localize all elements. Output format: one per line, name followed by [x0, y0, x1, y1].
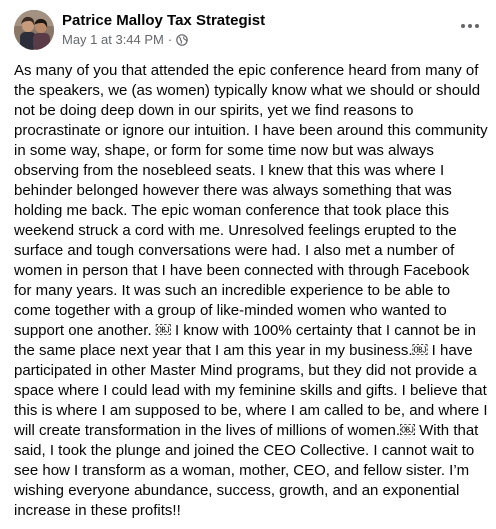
- more-dot: [461, 24, 465, 28]
- post-body: As many of you that attended the epic co…: [14, 61, 488, 521]
- more-dot: [468, 24, 472, 28]
- post-meta: Patrice Malloy Tax Strategist May 1 at 3…: [62, 11, 265, 48]
- post-card: Patrice Malloy Tax Strategist May 1 at 3…: [0, 0, 496, 529]
- author-name[interactable]: Patrice Malloy Tax Strategist: [62, 11, 265, 30]
- timestamp[interactable]: May 1 at 3:44 PM: [62, 32, 164, 48]
- globe-icon[interactable]: [176, 34, 189, 46]
- post-subline: May 1 at 3:44 PM ·: [62, 32, 265, 48]
- separator-dot: ·: [167, 32, 173, 47]
- avatar-photo: [14, 10, 54, 50]
- post-text: As many of you that attended the epic co…: [14, 62, 488, 519]
- post-header: Patrice Malloy Tax Strategist May 1 at 3…: [14, 10, 482, 54]
- more-horizontal-icon[interactable]: [458, 18, 482, 34]
- avatar[interactable]: [14, 10, 54, 50]
- more-dot: [475, 24, 479, 28]
